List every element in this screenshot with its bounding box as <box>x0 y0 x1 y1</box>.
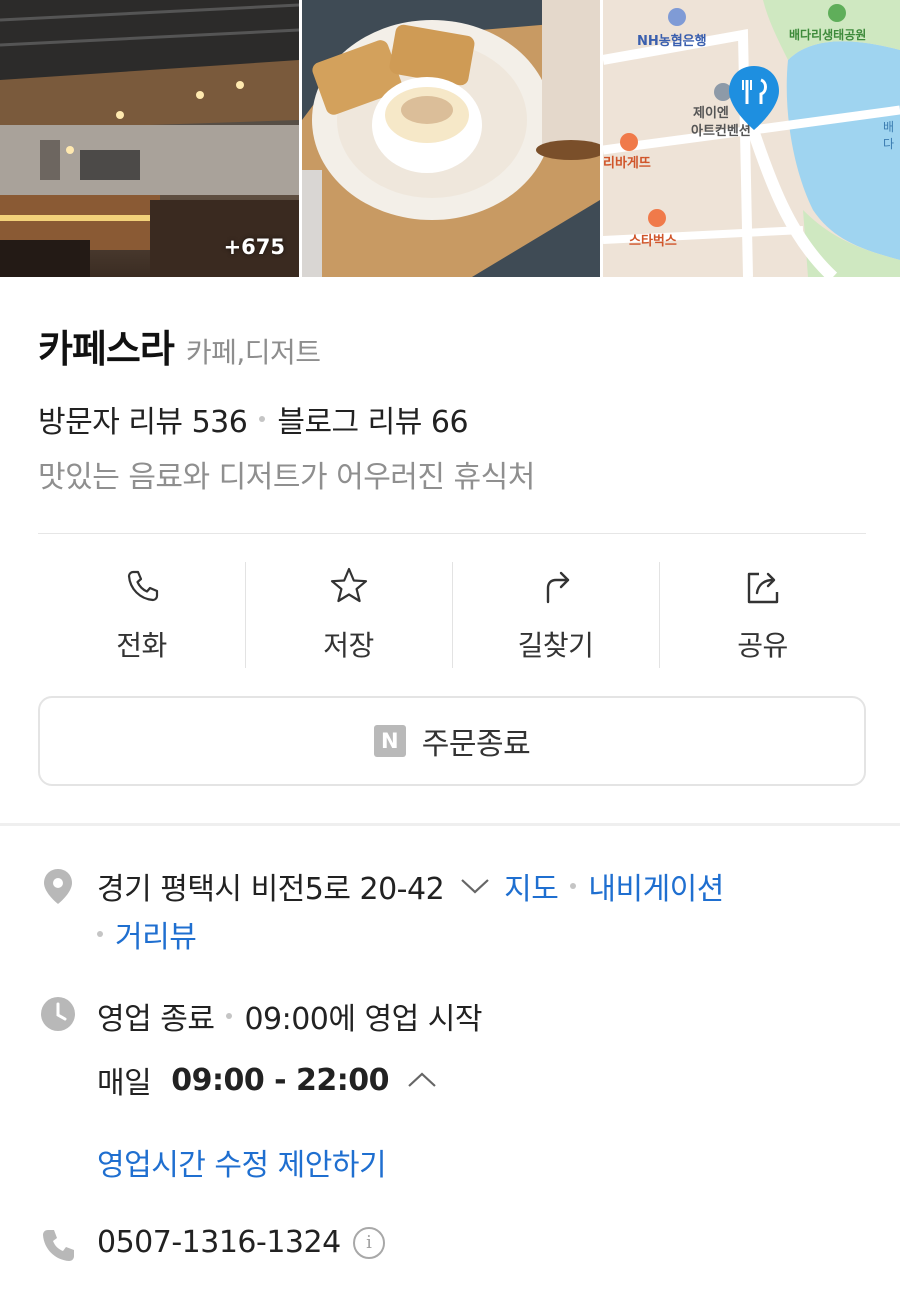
info-icon[interactable]: i <box>352 1226 385 1259</box>
save-label: 저장 <box>323 629 374 662</box>
separator-dot <box>570 883 577 889</box>
hours-day: 매일 <box>97 1066 152 1101</box>
map-label-bakery: 리바게뜨 <box>603 156 651 171</box>
action-bar: 전화 저장 길찾기 공유 <box>38 562 866 668</box>
navigation-link[interactable]: 내비게이션 <box>588 864 724 908</box>
hours-next-open: 09:00에 영업 시작 <box>244 1002 482 1037</box>
clock-icon <box>38 994 78 1034</box>
order-label: 주문종료 <box>421 727 531 762</box>
location-map[interactable]: NH농협은행 배다리생태공원 제이엔 아트컨벤션 리바게뜨 스타벅스 배다 <box>603 0 900 277</box>
save-button[interactable]: 저장 <box>245 562 452 668</box>
place-category: 카페,디저트 <box>185 336 321 369</box>
hours-status-row[interactable]: 영업 종료 09:00에 영업 시작 <box>97 994 482 1038</box>
more-photos-count: +675 <box>223 235 285 259</box>
map-label-park: 배다리생태공원 <box>789 28 867 42</box>
divider <box>38 533 866 534</box>
phone-number[interactable]: 0507-1316-1324 <box>97 1225 341 1260</box>
phone-info-icon <box>38 1226 78 1266</box>
interior-photo[interactable]: +675 <box>0 0 299 277</box>
title-row: 카페스라 카페,디저트 <box>38 318 321 373</box>
directions-icon <box>546 571 569 604</box>
address-text[interactable]: 경기 평택시 비전5로 20-42 <box>97 864 445 908</box>
map-label-bank: NH농협은행 <box>637 34 707 49</box>
map-pin-icon <box>729 66 779 130</box>
hours-detail-row[interactable]: 매일 09:00 - 22:00 <box>97 1058 437 1102</box>
visitor-reviews-link[interactable]: 방문자 리뷰 536 <box>38 397 248 441</box>
share-label: 공유 <box>737 629 788 662</box>
separator-dot <box>226 1013 233 1019</box>
directions-button[interactable]: 길찾기 <box>452 562 659 668</box>
phone-icon <box>127 570 158 602</box>
map-label-venue-line1: 제이엔 <box>693 106 729 121</box>
dessert-photo[interactable] <box>302 0 600 277</box>
map-label-starbucks: 스타벅스 <box>629 234 677 249</box>
call-label: 전화 <box>116 629 167 662</box>
street-view-link[interactable]: 거리뷰 <box>115 912 197 956</box>
call-button[interactable]: 전화 <box>38 562 245 668</box>
blog-reviews-link[interactable]: 블로그 리뷰 66 <box>277 397 468 441</box>
dessert-illustration <box>302 0 600 277</box>
location-pin-icon <box>38 866 78 906</box>
chevron-down-icon[interactable] <box>460 876 490 896</box>
review-row: 방문자 리뷰 536 블로그 리뷰 66 <box>38 397 469 441</box>
separator-dot <box>97 931 103 937</box>
section-divider <box>0 823 900 826</box>
place-name: 카페스라 <box>38 327 175 371</box>
separator-dot <box>259 416 266 422</box>
chevron-up-icon[interactable] <box>407 1063 437 1098</box>
directions-label: 길찾기 <box>517 629 594 662</box>
hours-status: 영업 종료 <box>97 1002 215 1037</box>
share-button[interactable]: 공유 <box>659 562 866 668</box>
suggest-hours-edit-link[interactable]: 영업시간 수정 제안하기 <box>97 1140 387 1184</box>
hours-range: 09:00 - 22:00 <box>171 1062 390 1098</box>
map-link[interactable]: 지도 <box>504 864 559 908</box>
map-label-edge: 배다 <box>883 120 895 151</box>
place-description: 맛있는 음료와 디저트가 어우러진 휴식처 <box>38 460 535 495</box>
share-icon <box>747 572 778 604</box>
naver-n-icon: N <box>373 725 406 757</box>
address-row: 경기 평택시 비전5로 20-42 지도 내비게이션 <box>97 864 724 908</box>
photo-strip: +675 NH농협은행 배다리생태공원 제이엔 아트컨벤션 리바게뜨 스타벅스 … <box>0 0 900 277</box>
address-row-2: 거리뷰 <box>97 912 197 956</box>
star-icon <box>330 567 367 603</box>
order-button[interactable]: N 주문종료 <box>38 696 866 786</box>
phone-row: 0507-1316-1324 i <box>97 1225 385 1260</box>
